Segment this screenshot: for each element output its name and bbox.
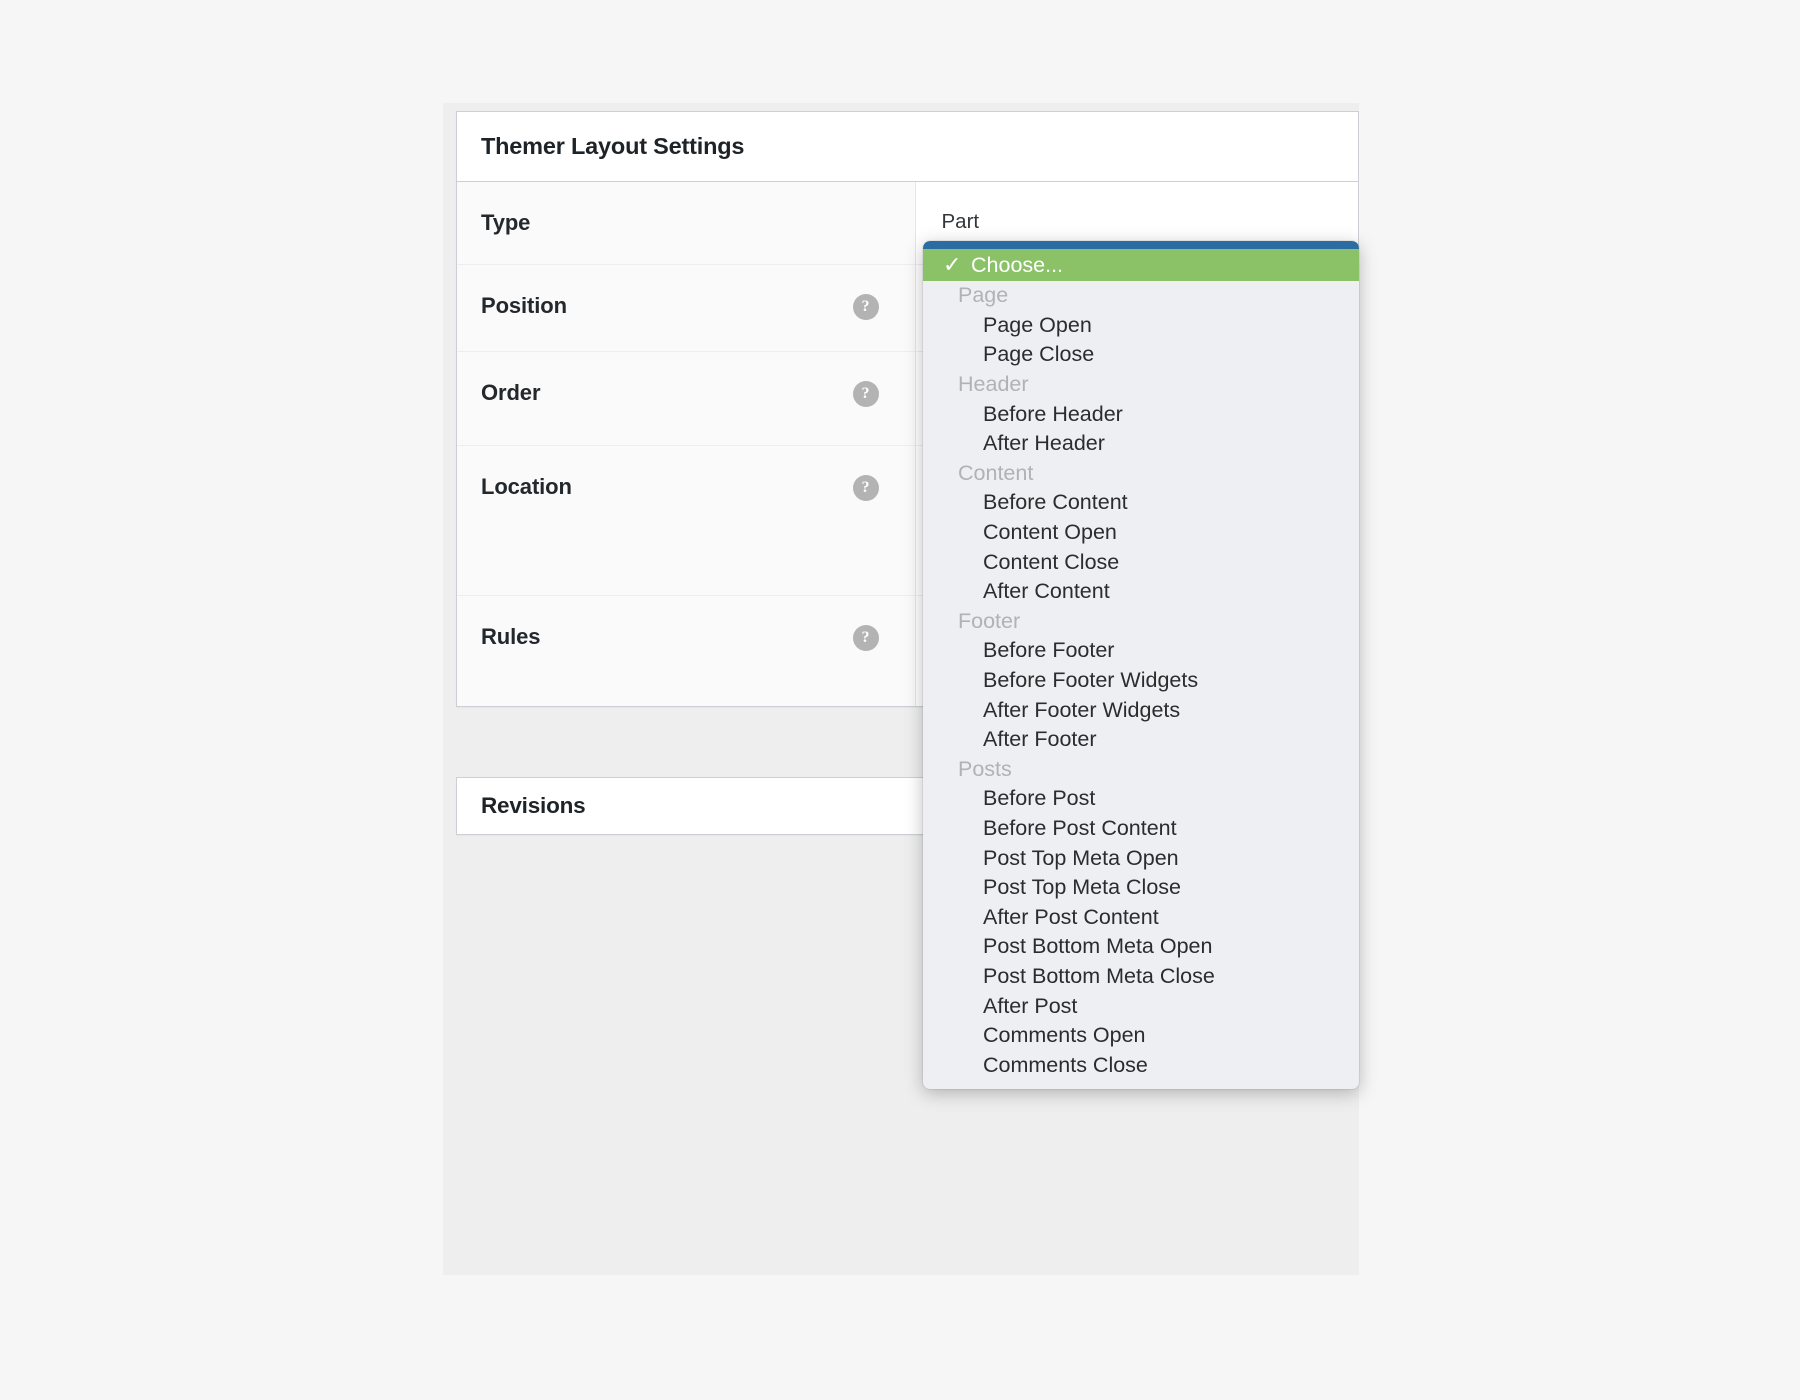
revisions-title: Revisions — [481, 793, 586, 818]
part-select-dropdown[interactable]: ✓ Choose... Page Page Open Page Close Header B… — [923, 241, 1359, 1090]
dropdown-group-label: Header — [958, 372, 1029, 397]
dropdown-option[interactable]: Before Footer — [923, 636, 1359, 666]
field-label-rules: Rules — [481, 624, 541, 649]
field-label-location: Location — [481, 474, 572, 499]
dropdown-group-label: Posts — [958, 756, 1012, 781]
dropdown-option[interactable]: Comments Close — [923, 1050, 1359, 1080]
dropdown-option[interactable]: After Content — [923, 577, 1359, 607]
dropdown-option[interactable]: After Footer Widgets — [923, 695, 1359, 725]
dropdown-option[interactable]: After Post — [923, 991, 1359, 1021]
postbox-header: Themer Layout Settings — [457, 112, 1358, 182]
dropdown-option[interactable]: Comments Open — [923, 1021, 1359, 1051]
dropdown-option[interactable]: Before Post Content — [923, 814, 1359, 844]
screen-root: Themer Layout Settings Type Part Positio… — [0, 0, 1800, 1400]
field-label-order: Order — [481, 380, 541, 405]
dropdown-option[interactable]: Post Top Meta Close — [923, 873, 1359, 903]
dropdown-option[interactable]: ✓ Choose... — [923, 249, 1359, 281]
dropdown-top-accent-bar — [923, 241, 1359, 249]
question-mark-circle-icon[interactable]: ? — [852, 625, 879, 651]
field-label-type: Type — [481, 210, 531, 235]
dropdown-option[interactable]: Before Header — [923, 399, 1359, 429]
dropdown-option[interactable]: Before Content — [923, 488, 1359, 518]
question-mark-circle-icon[interactable]: ? — [852, 294, 879, 320]
page-title: Themer Layout Settings — [481, 133, 745, 159]
dropdown-group-label: Page — [958, 283, 1009, 308]
dropdown-option[interactable]: After Header — [923, 429, 1359, 459]
label-cell-location: Location ? — [457, 445, 916, 596]
dropdown-option[interactable]: Content Close — [923, 547, 1359, 577]
question-mark-circle-icon[interactable]: ? — [852, 475, 879, 501]
dropdown-group-label: Footer — [958, 608, 1021, 633]
field-label-position: Position — [481, 293, 567, 318]
dropdown-option[interactable]: Page Open — [923, 311, 1359, 341]
question-mark-circle-icon[interactable]: ? — [852, 381, 879, 407]
field-value-type: Part — [941, 210, 980, 233]
dropdown-option[interactable]: Post Top Meta Open — [923, 843, 1359, 873]
dropdown-option[interactable]: Page Close — [923, 340, 1359, 370]
dropdown-group-label: Content — [958, 460, 1034, 485]
label-cell-order: Order ? — [457, 351, 916, 446]
dropdown-option[interactable]: Content Open — [923, 518, 1359, 548]
dropdown-option[interactable]: After Post Content — [923, 902, 1359, 932]
dropdown-option[interactable]: After Footer — [923, 725, 1359, 755]
dropdown-option-label: Choose... — [971, 252, 1064, 277]
dropdown-option[interactable]: Before Footer Widgets — [923, 666, 1359, 696]
dropdown-options-list: ✓ Choose... Page Page Open Page Close Header B… — [923, 249, 1359, 1080]
dropdown-option[interactable]: Post Bottom Meta Close — [923, 962, 1359, 992]
label-cell-type: Type — [457, 182, 916, 265]
dropdown-option[interactable]: Before Post — [923, 784, 1359, 814]
label-cell-position: Position ? — [457, 264, 916, 352]
check-icon: ✓ — [943, 252, 962, 277]
dropdown-option[interactable]: Post Bottom Meta Open — [923, 932, 1359, 962]
label-cell-rules: Rules ? — [457, 595, 916, 706]
